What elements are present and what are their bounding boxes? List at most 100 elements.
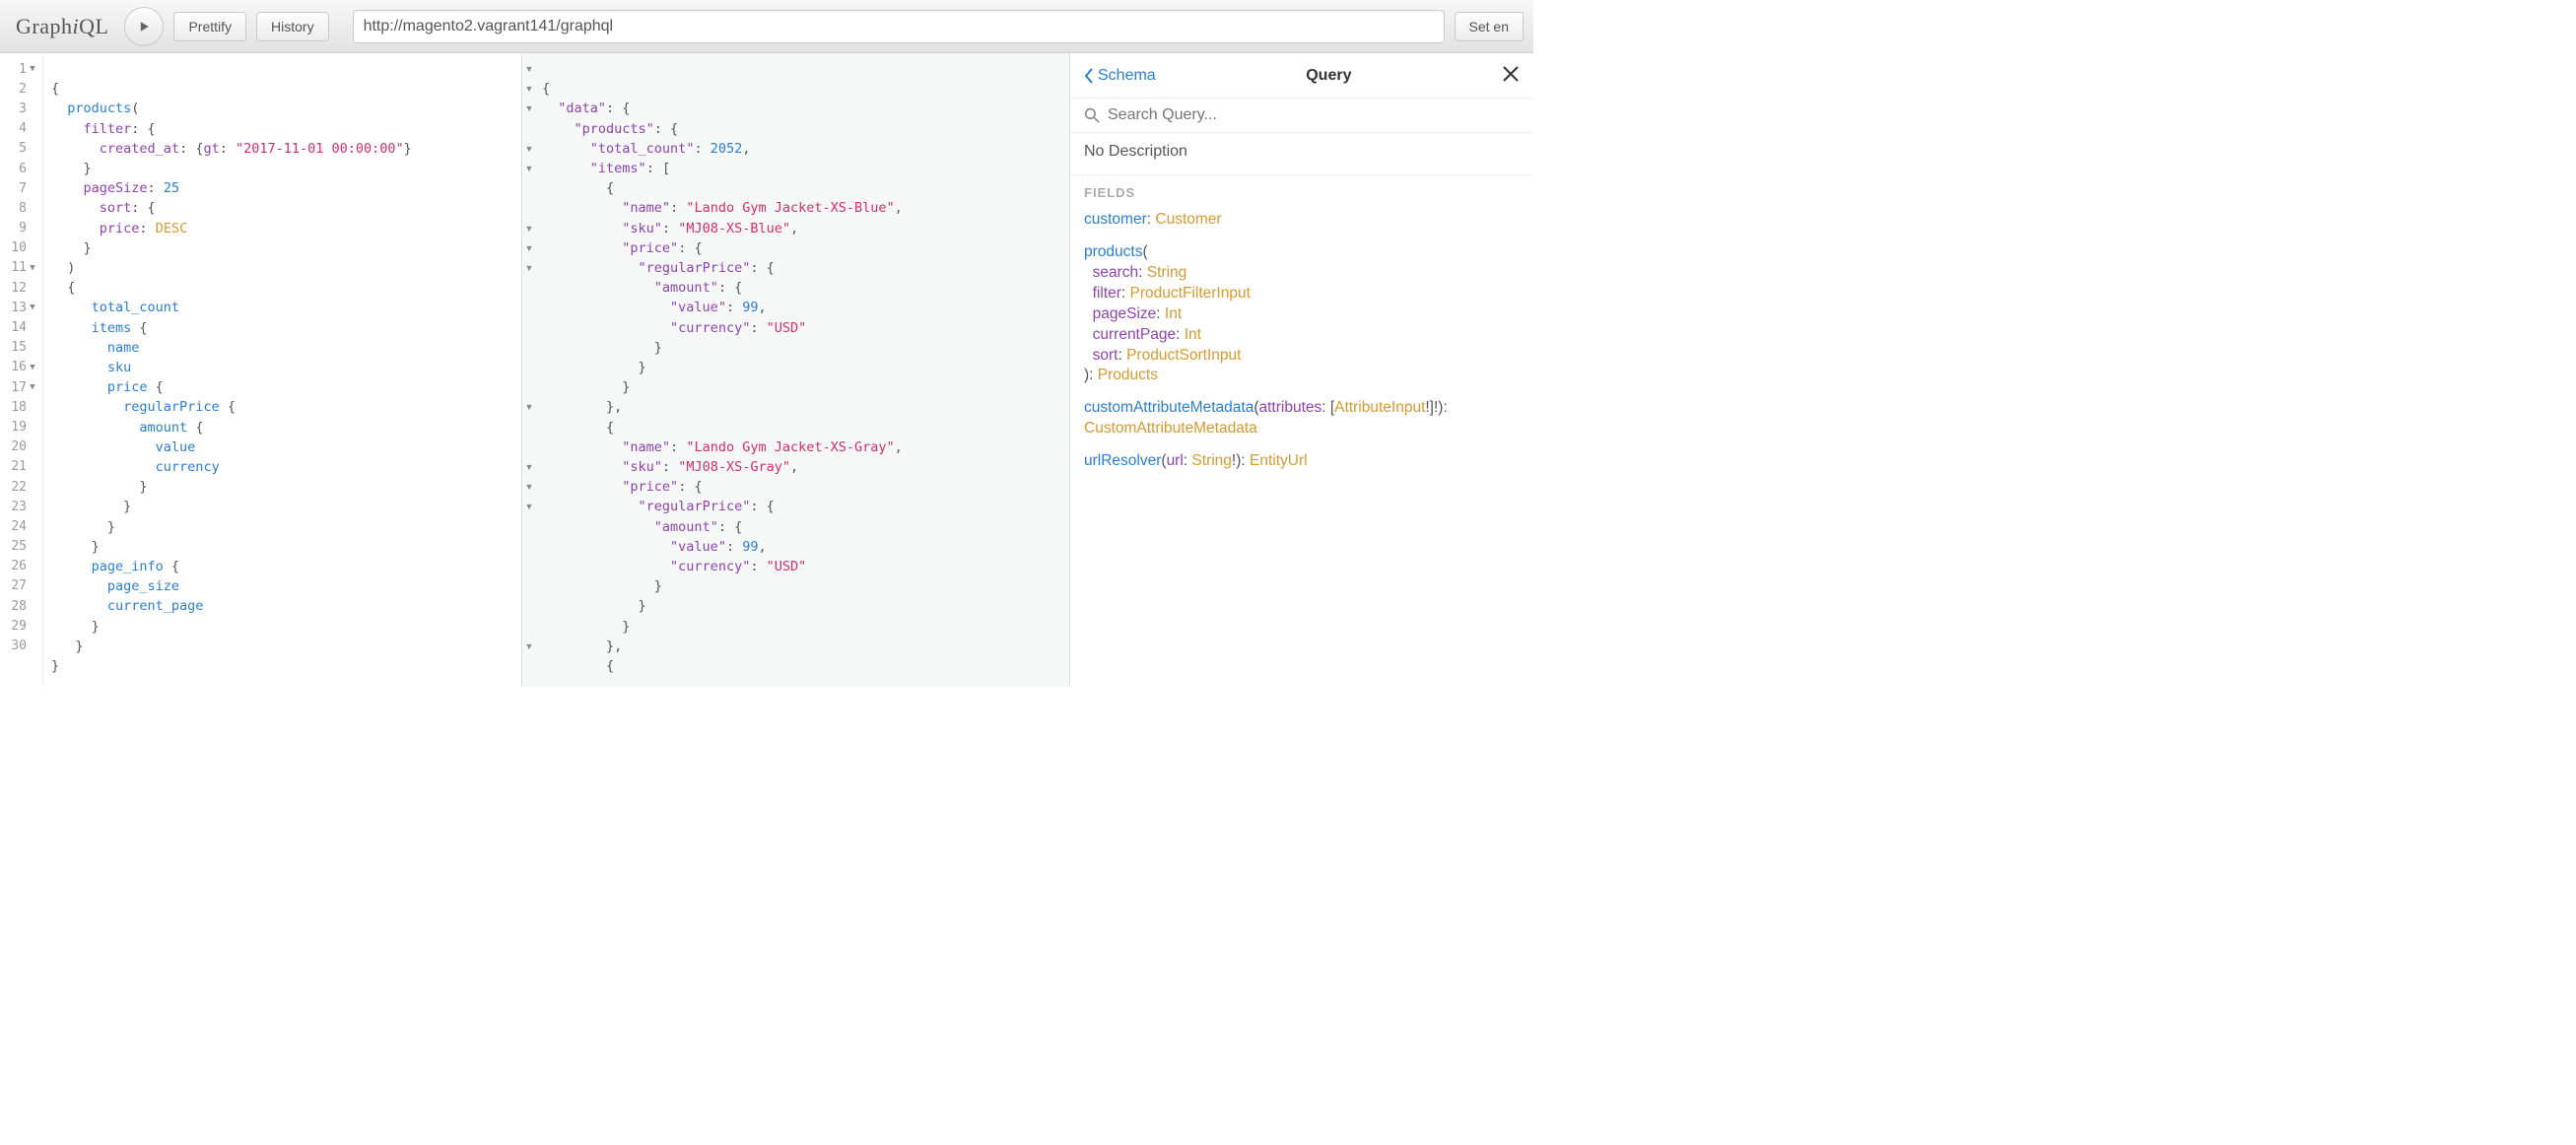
json-token: "price" (622, 479, 678, 495)
json-token: "sku" (622, 459, 662, 475)
query-editor[interactable]: { products( filter: { created_at: {gt: "… (43, 53, 521, 687)
line-number: 12 (0, 278, 38, 298)
fold-marker-icon (522, 596, 536, 616)
field-punc: : (1138, 264, 1147, 281)
fold-marker-icon (522, 198, 536, 218)
field-name: customAttributeMetadata (1084, 399, 1254, 416)
arg-name: url (1167, 452, 1184, 469)
line-number: 18 (0, 397, 38, 417)
doc-field-products[interactable]: products( search: String filter: Product… (1084, 242, 1520, 386)
prettify-button[interactable]: Prettify (173, 12, 246, 41)
line-number: 14 (0, 317, 38, 337)
code-token: regularPrice (123, 399, 220, 415)
code-token: pageSize (84, 180, 148, 196)
fold-marker-icon[interactable]: ▼ (522, 457, 536, 477)
line-number: 13▼ (0, 298, 38, 317)
doc-title: Query (1306, 67, 1351, 85)
doc-explorer: Schema Query No Description FIELDS custo… (1070, 53, 1533, 687)
doc-close-button[interactable] (1502, 63, 1520, 89)
doc-field-customer[interactable]: customer: Customer (1084, 210, 1520, 231)
result-fold-gutter: ▼▼▼▼▼▼▼▼▼▼▼▼▼ (522, 53, 536, 687)
logo-text-post: QL (79, 14, 108, 38)
json-token: , (758, 300, 766, 315)
json-token: "amount" (654, 519, 718, 535)
line-number: 29 (0, 616, 38, 636)
fold-marker-icon[interactable]: ▼ (522, 219, 536, 238)
fold-marker-icon (522, 278, 536, 298)
fold-marker-icon[interactable]: ▼ (29, 263, 36, 273)
fold-marker-icon[interactable]: ▼ (522, 79, 536, 99)
fold-marker-icon (522, 417, 536, 437)
field-punc: : (1121, 285, 1130, 302)
fold-marker-icon[interactable]: ▼ (522, 497, 536, 516)
line-number: 15 (0, 338, 38, 358)
query-editor-pane: 1▼234567891011▼1213▼141516▼17▼1819202122… (0, 53, 522, 687)
field-name: urlResolver (1084, 452, 1161, 469)
json-token: : { (750, 499, 774, 514)
json-token: 2052 (711, 141, 743, 157)
play-icon (136, 19, 152, 34)
fold-marker-icon[interactable]: ▼ (29, 303, 36, 312)
code-token: : (139, 221, 155, 236)
arg-name: pageSize (1093, 305, 1157, 322)
line-number: 24 (0, 516, 38, 536)
code-token: { (67, 280, 75, 296)
code-token: { (51, 81, 59, 97)
fold-marker-icon (522, 338, 536, 358)
fold-marker-icon[interactable]: ▼ (522, 99, 536, 118)
json-token: "amount" (654, 280, 718, 296)
type-name: String (1191, 452, 1232, 469)
doc-field-customattributemetadata[interactable]: customAttributeMetadata(attributes: [Att… (1084, 398, 1520, 439)
history-button[interactable]: History (256, 12, 329, 41)
code-token: products (67, 101, 131, 116)
json-token: } (622, 619, 630, 635)
fold-marker-icon[interactable]: ▼ (522, 477, 536, 497)
code-token: } (92, 619, 100, 635)
json-token: "currency" (670, 559, 750, 574)
json-token: , (790, 459, 798, 475)
execute-button[interactable] (124, 7, 164, 46)
fold-marker-icon[interactable]: ▼ (522, 397, 536, 417)
line-number: 28 (0, 596, 38, 616)
code-token: } (107, 519, 115, 535)
field-name: customer (1084, 211, 1147, 228)
fold-marker-icon[interactable]: ▼ (29, 64, 36, 74)
endpoint-input[interactable] (353, 10, 1445, 43)
json-token: : (750, 320, 766, 336)
line-number: 30 (0, 636, 38, 655)
fold-marker-icon (522, 317, 536, 337)
doc-header: Schema Query (1070, 53, 1533, 99)
json-token: "Lando Gym Jacket-XS-Blue" (686, 200, 894, 216)
code-token: created_at (100, 141, 179, 157)
line-number: 6 (0, 159, 38, 178)
fold-marker-icon[interactable]: ▼ (522, 238, 536, 258)
line-number: 23 (0, 497, 38, 516)
fold-marker-icon[interactable]: ▼ (522, 636, 536, 655)
line-number: 10 (0, 238, 38, 258)
json-token: : (670, 439, 686, 455)
fold-marker-icon[interactable]: ▼ (522, 258, 536, 278)
fold-marker-icon[interactable]: ▼ (522, 59, 536, 79)
doc-fields-list: customer: Customer products( search: Str… (1070, 206, 1533, 498)
code-token: : (220, 141, 236, 157)
doc-fields-heading: FIELDS (1070, 175, 1533, 206)
fold-marker-icon[interactable]: ▼ (29, 363, 36, 372)
doc-search-input[interactable] (1108, 106, 1520, 124)
doc-back-button[interactable]: Schema (1084, 67, 1156, 85)
line-number: 5 (0, 139, 38, 159)
code-token: } (92, 539, 100, 555)
doc-back-label: Schema (1098, 67, 1156, 85)
fold-marker-icon[interactable]: ▼ (522, 139, 536, 159)
fold-marker-icon[interactable]: ▼ (522, 159, 536, 178)
json-token: "value" (670, 539, 726, 555)
fold-marker-icon (522, 616, 536, 636)
json-token: "currency" (670, 320, 750, 336)
json-token: "name" (622, 439, 670, 455)
fold-marker-icon[interactable]: ▼ (29, 382, 36, 392)
code-token: price (107, 379, 148, 395)
json-token: : [ (646, 161, 670, 176)
doc-field-urlresolver[interactable]: urlResolver(url: String!): EntityUrl (1084, 451, 1520, 472)
search-icon (1084, 107, 1100, 123)
set-endpoint-button[interactable]: Set en (1455, 12, 1524, 41)
result-viewer[interactable]: { "data": { "products": { "total_count":… (536, 53, 1069, 687)
